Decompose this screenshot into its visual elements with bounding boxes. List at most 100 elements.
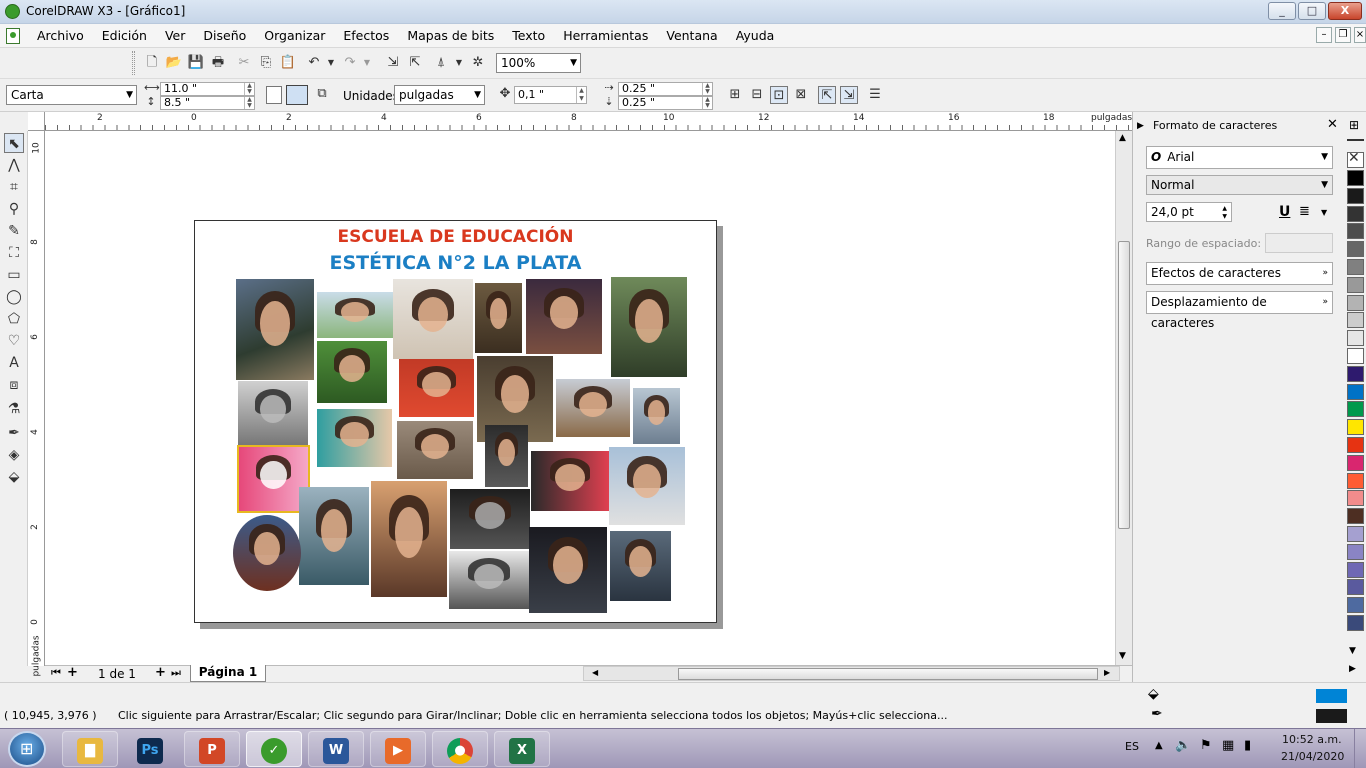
- add-page-after-icon[interactable]: +: [155, 665, 166, 680]
- photo-collage-item[interactable]: [371, 481, 447, 597]
- nudge-distance-input[interactable]: 0,1 " ▲ ▼: [514, 86, 587, 104]
- redo-dropdown-icon[interactable]: ▼: [358, 54, 376, 72]
- ellipse-tool-icon[interactable]: ◯: [4, 287, 24, 307]
- snap-guidelines-icon[interactable]: ⊟: [748, 86, 766, 104]
- docker-arrow-icon[interactable]: ▶: [1137, 121, 1144, 131]
- freehand-tool-icon[interactable]: ✎: [4, 221, 24, 241]
- import-icon[interactable]: ⇲: [384, 54, 402, 72]
- photo-collage-item[interactable]: [611, 277, 687, 377]
- color-swatch[interactable]: [1347, 472, 1364, 489]
- spin-arrows-icon[interactable]: ▲ ▼: [576, 87, 586, 103]
- new-icon[interactable]: 🗋: [143, 54, 161, 72]
- show-desktop-button[interactable]: [1354, 729, 1366, 768]
- undo-dropdown-icon[interactable]: ▼: [322, 54, 340, 72]
- page-layout-icon[interactable]: ⧉: [313, 85, 331, 103]
- spin-arrows-icon[interactable]: ▲ ▼: [702, 97, 712, 109]
- horizontal-scrollbar[interactable]: ◀ ▶: [583, 666, 1120, 681]
- taskbar-app-explorer[interactable]: ▇: [62, 731, 118, 767]
- photo-collage-item[interactable]: [449, 551, 529, 609]
- minimize-button[interactable]: _: [1268, 2, 1296, 20]
- color-swatch[interactable]: [1347, 526, 1364, 542]
- zoom-tool-icon[interactable]: ⚲: [4, 199, 24, 219]
- heading-estetica[interactable]: ESTÉTICA N°2 LA PLATA: [195, 252, 716, 274]
- character-effects-section[interactable]: Efectos de caracteres »: [1146, 262, 1333, 285]
- landscape-icon[interactable]: [286, 85, 308, 105]
- vertical-scrollbar[interactable]: ▲ ▼: [1115, 131, 1132, 665]
- color-swatch[interactable]: [1347, 508, 1364, 525]
- photo-collage-item[interactable]: [633, 388, 680, 444]
- taskbar-app-coreldraw[interactable]: ✓: [246, 731, 302, 767]
- duplicate-x-input[interactable]: 0.25 " ▲ ▼: [618, 82, 713, 96]
- menu-mapas-de-bits[interactable]: Mapas de bits: [398, 24, 503, 47]
- menu-efectos[interactable]: Efectos: [334, 24, 398, 47]
- fill-tool-icon[interactable]: ◈: [4, 445, 24, 465]
- photo-collage-item[interactable]: [299, 487, 369, 585]
- paper-type-select[interactable]: Carta ▼: [6, 85, 137, 105]
- first-page-icon[interactable]: ⏮: [51, 666, 61, 680]
- photo-collage-item[interactable]: [556, 379, 630, 437]
- treat-as-filled-icon[interactable]: ⇱: [818, 86, 836, 104]
- photo-collage-item[interactable]: [485, 425, 528, 487]
- taskbar-app-powerpoint[interactable]: P: [184, 731, 240, 767]
- eyedropper-tool-icon[interactable]: ⚗: [4, 399, 24, 419]
- redo-icon[interactable]: ↷: [341, 54, 359, 72]
- color-swatch[interactable]: [1347, 294, 1364, 311]
- cut-icon[interactable]: ✂: [235, 54, 253, 72]
- fill-color-swatch[interactable]: [1316, 689, 1347, 703]
- menu-ayuda[interactable]: Ayuda: [727, 24, 784, 47]
- ruler-origin[interactable]: [28, 112, 45, 131]
- start-button[interactable]: ⊞: [8, 731, 46, 767]
- color-swatch[interactable]: [1347, 330, 1364, 347]
- menu-organizar[interactable]: Organizar: [255, 24, 334, 47]
- corel-online-icon[interactable]: ✲: [469, 54, 487, 72]
- color-swatch[interactable]: [1347, 579, 1364, 596]
- interactive-blend-tool-icon[interactable]: ⧈: [4, 375, 24, 395]
- application-launcher-icon[interactable]: ⍋: [432, 54, 450, 72]
- paper-height-input[interactable]: 8.5 " ▲ ▼: [160, 96, 255, 110]
- scroll-down-icon[interactable]: ▼: [1119, 651, 1126, 661]
- color-swatch[interactable]: [1347, 205, 1364, 222]
- last-page-icon[interactable]: ⏭: [171, 666, 181, 680]
- menu-archivo[interactable]: Archivo: [28, 24, 93, 47]
- document-icon[interactable]: [6, 28, 20, 44]
- color-swatch[interactable]: [1347, 401, 1364, 418]
- horizontal-ruler[interactable]: 2 0 2 4 6 8 10 12 14 16 18 pulgadas: [45, 112, 1132, 131]
- action-center-flag-icon[interactable]: ⚑: [1200, 738, 1212, 753]
- snap-grid-icon[interactable]: ⊞: [726, 86, 744, 104]
- taskbar-app-word[interactable]: W: [308, 731, 364, 767]
- menu-ver[interactable]: Ver: [156, 24, 194, 47]
- heading-escuela[interactable]: ESCUELA DE EDUCACIÓN: [195, 227, 716, 247]
- color-swatch[interactable]: [1347, 241, 1364, 258]
- export-icon[interactable]: ⇱: [406, 54, 424, 72]
- color-swatch[interactable]: [1347, 348, 1364, 364]
- color-swatch[interactable]: [1347, 615, 1364, 631]
- launcher-dropdown-icon[interactable]: ▼: [450, 54, 468, 72]
- color-swatch[interactable]: [1347, 454, 1364, 471]
- photo-collage-item[interactable]: [531, 451, 609, 511]
- photo-collage-item[interactable]: [317, 409, 392, 467]
- color-swatch[interactable]: [1347, 383, 1364, 400]
- photo-collage-item[interactable]: [317, 341, 387, 403]
- taskbar-app-chrome[interactable]: ●: [432, 731, 488, 767]
- scroll-right-icon[interactable]: ▶: [1104, 668, 1110, 677]
- color-swatch[interactable]: [1347, 437, 1364, 453]
- color-swatch[interactable]: [1347, 597, 1364, 614]
- shape-tool-icon[interactable]: ⋀: [4, 155, 24, 175]
- print-icon[interactable]: 🖶: [209, 54, 227, 72]
- photo-collage-item[interactable]: [610, 531, 671, 601]
- spin-arrows-icon[interactable]: ▲ ▼: [702, 83, 712, 95]
- color-swatch[interactable]: [1347, 419, 1364, 436]
- photo-collage-item[interactable]: [526, 279, 602, 354]
- dynamic-guides-icon[interactable]: ⊠: [792, 86, 810, 104]
- photo-collage-item[interactable]: [475, 283, 522, 353]
- vertical-ruler[interactable]: 10 8 6 4 2 0 pulgadas: [28, 131, 45, 677]
- units-select[interactable]: pulgadas ▼: [394, 85, 485, 105]
- spin-arrows-icon[interactable]: ▲ ▼: [244, 83, 254, 95]
- spacing-range-input[interactable]: [1265, 233, 1333, 253]
- photo-collage-item[interactable]: [609, 447, 685, 525]
- crop-tool-icon[interactable]: ⌗: [4, 177, 24, 197]
- clock-date[interactable]: 21/04/2020: [1281, 750, 1344, 763]
- undo-icon[interactable]: ↶: [305, 54, 323, 72]
- menu-ventana[interactable]: Ventana: [657, 24, 726, 47]
- photo-collage-item[interactable]: [399, 359, 474, 417]
